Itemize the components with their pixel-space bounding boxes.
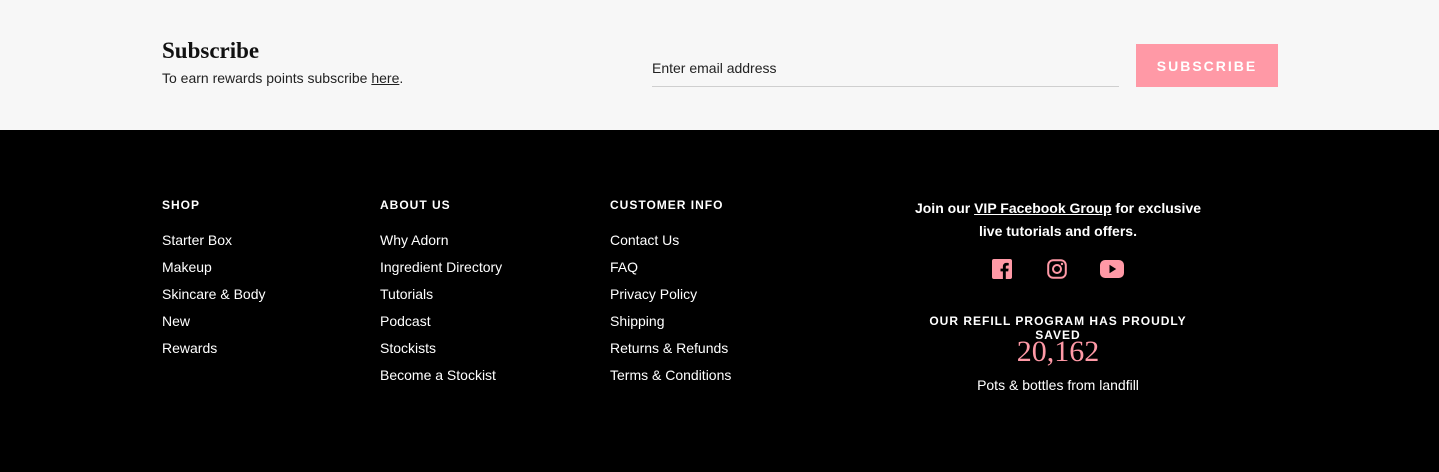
email-input[interactable] [652, 49, 1119, 87]
subscribe-title: Subscribe [162, 38, 260, 63]
refill-count: 20,162 [1016, 335, 1100, 368]
footer-link-new[interactable]: New [162, 308, 266, 335]
footer-link-shipping[interactable]: Shipping [610, 308, 731, 335]
subscribe-section: Subscribe To earn rewards points subscri… [0, 0, 1439, 130]
rewards-here-link[interactable]: here [371, 70, 399, 86]
shop-heading: SHOP [162, 198, 201, 212]
footer-link-returns-refunds[interactable]: Returns & Refunds [610, 335, 731, 362]
footer-link-podcast[interactable]: Podcast [380, 308, 502, 335]
subscribe-text-after: . [399, 70, 404, 86]
footer-column-shop: SHOP Starter Box Makeup Skincare & Body … [162, 198, 266, 362]
footer-link-makeup[interactable]: Makeup [162, 254, 266, 281]
vip-text-before: Join our [914, 200, 975, 216]
footer-link-become-stockist[interactable]: Become a Stockist [380, 362, 502, 389]
facebook-icon[interactable] [990, 257, 1014, 281]
site-footer: SHOP Starter Box Makeup Skincare & Body … [0, 130, 1439, 472]
footer-link-contact-us[interactable]: Contact Us [610, 227, 731, 254]
footer-link-starter-box[interactable]: Starter Box [162, 227, 266, 254]
instagram-icon[interactable] [1045, 257, 1069, 281]
social-icons [990, 257, 1124, 281]
footer-link-rewards[interactable]: Rewards [162, 335, 266, 362]
refill-subtext: Pots & bottles from landfill [977, 377, 1139, 393]
subscribe-button[interactable]: SUBSCRIBE [1136, 44, 1278, 87]
about-heading: ABOUT US [380, 198, 451, 212]
footer-link-ingredient-directory[interactable]: Ingredient Directory [380, 254, 502, 281]
footer-column-customer-info: CUSTOMER INFO Contact Us FAQ Privacy Pol… [610, 198, 731, 389]
footer-link-tutorials[interactable]: Tutorials [380, 281, 502, 308]
vip-facebook-group-link[interactable]: VIP Facebook Group [974, 200, 1111, 216]
footer-link-skincare-body[interactable]: Skincare & Body [162, 281, 266, 308]
footer-link-faq[interactable]: FAQ [610, 254, 731, 281]
footer-column-about: ABOUT US Why Adorn Ingredient Directory … [380, 198, 502, 389]
subscribe-description: To earn rewards points subscribe here. [162, 70, 403, 86]
vip-promo-text: Join our VIP Facebook Group for exclusiv… [913, 197, 1203, 243]
footer-link-why-adorn[interactable]: Why Adorn [380, 227, 502, 254]
customer-info-heading: CUSTOMER INFO [610, 198, 724, 212]
subscribe-text-before: To earn rewards points subscribe [162, 70, 372, 86]
footer-link-stockists[interactable]: Stockists [380, 335, 502, 362]
footer-link-terms-conditions[interactable]: Terms & Conditions [610, 362, 731, 389]
youtube-icon[interactable] [1100, 257, 1124, 281]
footer-link-privacy-policy[interactable]: Privacy Policy [610, 281, 731, 308]
